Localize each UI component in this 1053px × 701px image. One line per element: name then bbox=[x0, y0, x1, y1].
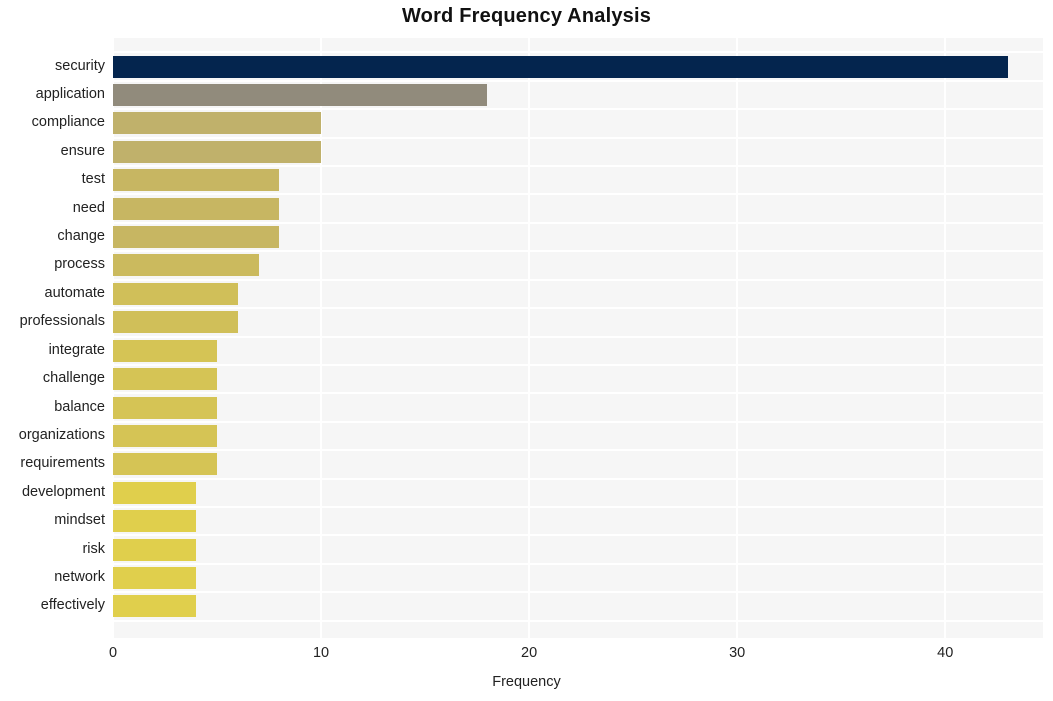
y-axis-tick-labels: security application compliance ensure test n… bbox=[0, 38, 105, 638]
bar-organizations[interactable] bbox=[113, 424, 218, 447]
y-tick-label-need: need bbox=[72, 199, 105, 216]
y-tick-label-mindset: mindset bbox=[54, 512, 105, 529]
x-axis-title: Frequency bbox=[492, 674, 561, 690]
bar-development[interactable] bbox=[113, 481, 197, 504]
y-tick-label-ensure: ensure bbox=[60, 142, 105, 159]
y-tick-label-security: security bbox=[55, 57, 105, 74]
x-tick-label-30: 30 bbox=[729, 645, 746, 661]
y-tick-label-process: process bbox=[54, 256, 105, 273]
y-tick-label-change: change bbox=[57, 228, 105, 245]
y-tick-label-compliance: compliance bbox=[31, 114, 105, 131]
x-tick-label-40: 40 bbox=[937, 645, 954, 661]
bar-effectively[interactable] bbox=[113, 595, 197, 618]
bar-risk[interactable] bbox=[113, 538, 197, 561]
bar-mindset[interactable] bbox=[113, 510, 197, 533]
chart-title: Word Frequency Analysis bbox=[401, 5, 652, 27]
y-tick-label-application: application bbox=[35, 86, 105, 103]
bar-security[interactable] bbox=[113, 55, 1008, 78]
plot-area bbox=[112, 38, 1043, 638]
bar-integrate[interactable] bbox=[113, 339, 218, 362]
x-tick-label-10: 10 bbox=[312, 645, 330, 661]
bar-process[interactable] bbox=[113, 254, 259, 277]
bar-need[interactable] bbox=[113, 197, 280, 220]
y-tick-label-test: test bbox=[81, 171, 105, 188]
bars-layer bbox=[113, 38, 1043, 638]
y-tick-label-automate: automate bbox=[44, 284, 105, 301]
x-tick-label-20: 20 bbox=[521, 645, 538, 661]
y-tick-label-risk: risk bbox=[82, 540, 105, 557]
bar-automate[interactable] bbox=[113, 282, 238, 305]
x-axis-tick-labels: 0 10 20 30 40 bbox=[0, 645, 1053, 669]
x-tick-label-0: 0 bbox=[108, 645, 118, 661]
word-frequency-chart: Word Frequency Analysis security applicat… bbox=[0, 0, 1053, 701]
bar-compliance[interactable] bbox=[113, 112, 322, 135]
y-tick-label-development: development bbox=[21, 483, 105, 500]
bar-network[interactable] bbox=[113, 566, 197, 589]
y-tick-label-network: network bbox=[54, 568, 105, 585]
y-tick-label-balance: balance bbox=[54, 398, 105, 415]
y-tick-label-challenge: challenge bbox=[42, 370, 105, 387]
bar-balance[interactable] bbox=[113, 396, 218, 419]
bar-change[interactable] bbox=[113, 226, 280, 249]
y-tick-label-integrate: integrate bbox=[48, 341, 105, 358]
bar-application[interactable] bbox=[113, 84, 488, 107]
bar-professionals[interactable] bbox=[113, 311, 238, 334]
y-tick-label-organizations: organizations bbox=[18, 426, 105, 443]
bar-challenge[interactable] bbox=[113, 368, 218, 391]
y-tick-label-requirements: requirements bbox=[20, 455, 105, 472]
y-tick-label-professionals: professionals bbox=[19, 313, 105, 330]
bar-requirements[interactable] bbox=[113, 453, 218, 476]
bar-ensure[interactable] bbox=[113, 140, 322, 163]
y-tick-label-effectively: effectively bbox=[40, 597, 105, 614]
bar-test[interactable] bbox=[113, 169, 280, 192]
